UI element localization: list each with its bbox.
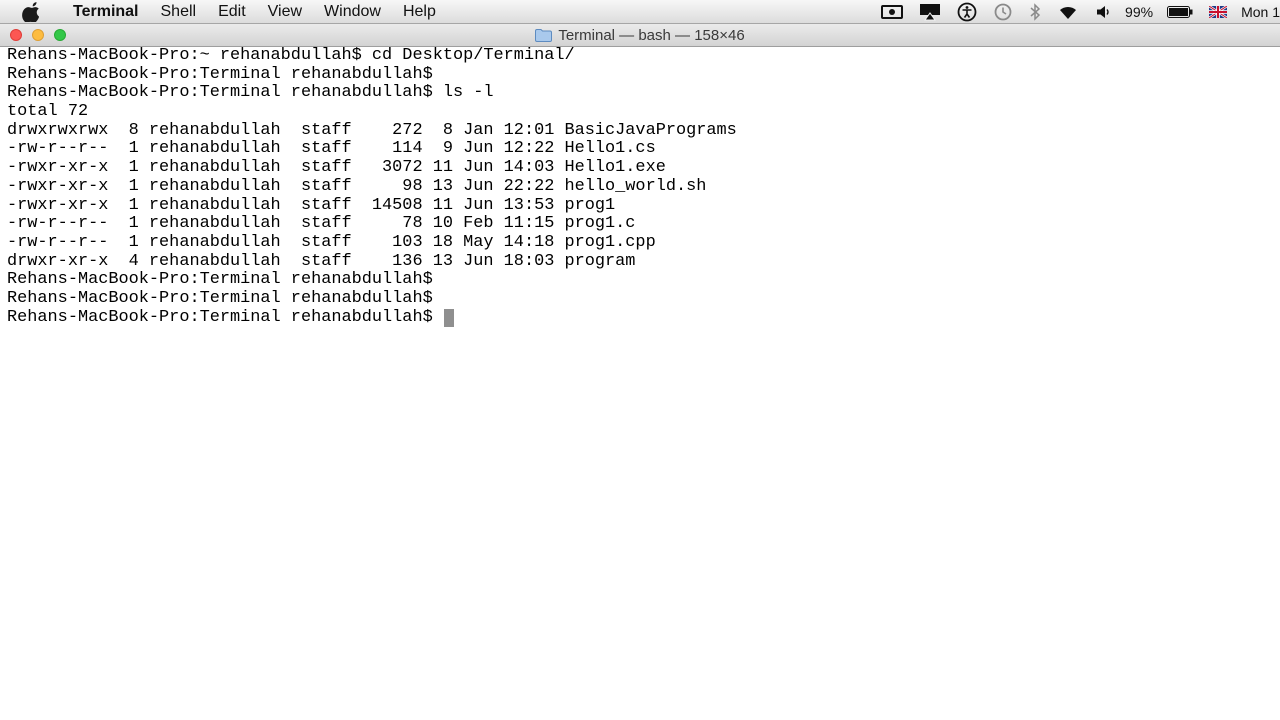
folder-icon <box>535 28 553 42</box>
window-title-bar[interactable]: Terminal — bash — 158×46 <box>0 24 1280 47</box>
terminal-line: -rw-r--r-- 1 rehanabdullah staff 78 10 F… <box>7 214 636 234</box>
menu-shell[interactable]: Shell <box>150 0 208 23</box>
terminal-line: -rwxr-xr-x 1 rehanabdullah staff 98 13 J… <box>7 176 707 196</box>
terminal-line: -rw-r--r-- 1 rehanabdullah staff 114 9 J… <box>7 139 656 159</box>
menu-bar: Terminal Shell Edit View Window Help 99% <box>0 0 1280 24</box>
terminal-cursor <box>443 308 454 327</box>
menu-window[interactable]: Window <box>313 0 392 23</box>
time-machine-icon[interactable] <box>993 2 1013 22</box>
terminal-output[interactable]: Rehans-MacBook-Pro:~ rehanabdullah$ cd D… <box>7 47 1273 717</box>
status-area: 99% Mon 1 <box>873 0 1280 23</box>
terminal-line: Rehans-MacBook-Pro:Terminal rehanabdulla… <box>7 270 433 290</box>
terminal-prompt-line[interactable]: Rehans-MacBook-Pro:Terminal rehanabdulla… <box>7 307 1273 328</box>
terminal-line: -rwxr-xr-x 1 rehanabdullah staff 3072 11… <box>7 158 666 178</box>
accessibility-icon[interactable] <box>957 2 977 22</box>
menu-view[interactable]: View <box>257 0 313 23</box>
wifi-icon[interactable] <box>1057 4 1079 20</box>
facetime-camera-icon[interactable] <box>881 4 904 20</box>
terminal-line: Rehans-MacBook-Pro:Terminal rehanabdulla… <box>7 83 494 103</box>
uk-flag-icon[interactable] <box>1209 5 1228 18</box>
window-title: Terminal — bash — 158×46 <box>0 24 1280 46</box>
bluetooth-icon[interactable] <box>1029 2 1041 21</box>
menu-terminal[interactable]: Terminal <box>62 0 150 23</box>
terminal-line: -rwxr-xr-x 1 rehanabdullah staff 14508 1… <box>7 195 616 215</box>
battery-percent: 99% <box>1125 3 1154 20</box>
volume-icon[interactable] <box>1095 4 1111 20</box>
terminal-line: Rehans-MacBook-Pro:Terminal rehanabdulla… <box>7 288 433 308</box>
terminal-line: drwxrwxrwx 8 rehanabdullah staff 272 8 J… <box>7 120 737 140</box>
terminal-line: total 72 <box>7 102 89 122</box>
terminal-prompt: Rehans-MacBook-Pro:Terminal rehanabdulla… <box>7 307 443 327</box>
terminal-line: -rw-r--r-- 1 rehanabdullah staff 103 18 … <box>7 232 656 252</box>
apple-icon[interactable] <box>22 1 42 22</box>
airplay-icon[interactable] <box>919 3 941 21</box>
terminal-line: Rehans-MacBook-Pro:Terminal rehanabdulla… <box>7 64 433 84</box>
menu-edit[interactable]: Edit <box>207 0 257 23</box>
terminal-line: drwxr-xr-x 4 rehanabdullah staff 136 13 … <box>7 251 636 271</box>
terminal-line: Rehans-MacBook-Pro:~ rehanabdullah$ cd D… <box>7 47 575 65</box>
battery-icon[interactable] <box>1167 5 1193 18</box>
menubar-clock[interactable]: Mon 1 <box>1241 4 1280 20</box>
menu-help[interactable]: Help <box>392 0 447 23</box>
window-title-text: Terminal — bash — 158×46 <box>558 26 745 44</box>
